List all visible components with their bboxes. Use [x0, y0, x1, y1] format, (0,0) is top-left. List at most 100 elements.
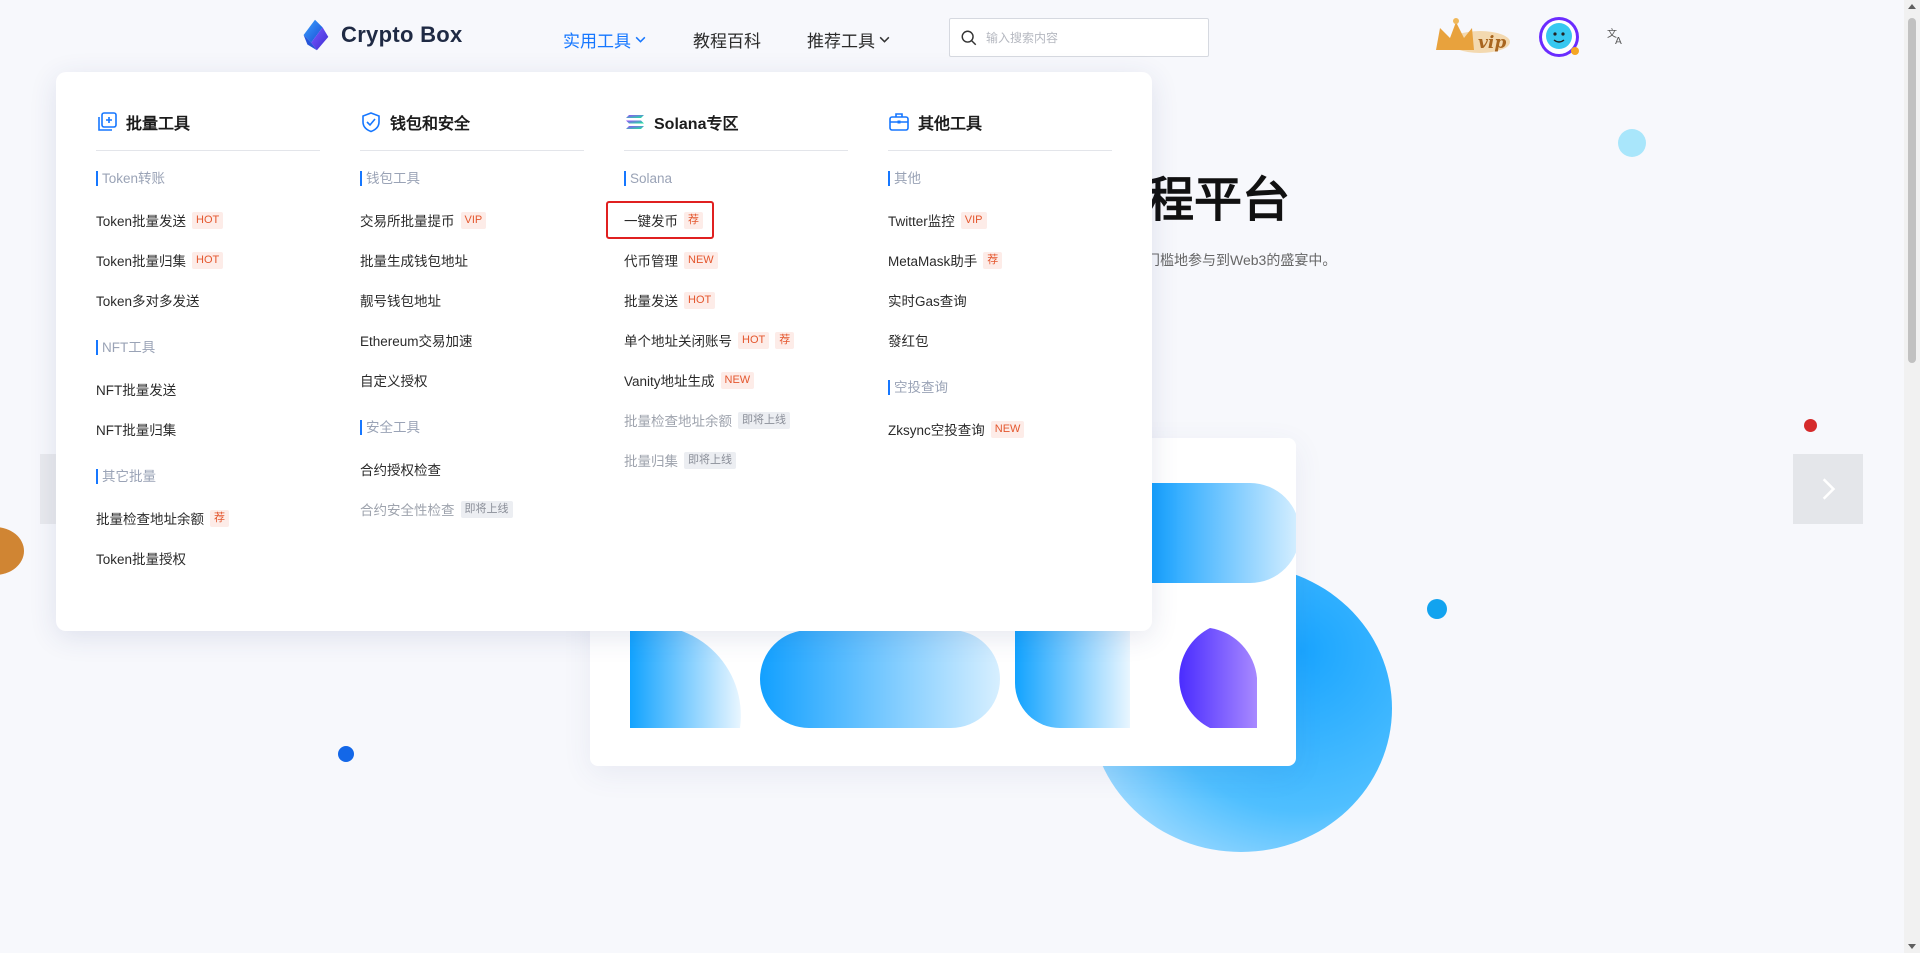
- menu-item-label: Zksync空投查询: [888, 423, 985, 438]
- menu-item-label: 实时Gas查询: [888, 294, 967, 309]
- nav-item-tools[interactable]: 实用工具: [563, 27, 647, 52]
- menu-column-other: 其他工具 其他 Twitter监控 VIP MetaMask助手荐 实时Gas查询…: [888, 108, 1112, 449]
- recommended-badge: 荐: [775, 331, 795, 349]
- decor-orb: [0, 527, 24, 575]
- menu-item-label: Vanity地址生成: [624, 374, 715, 389]
- tools-dropdown-menu: 批量工具 Token转账 Token批量发送 HOT Token批量归集 HOT T…: [56, 72, 1152, 631]
- menu-item-token-batch-collect[interactable]: Token批量归集 HOT: [96, 240, 320, 280]
- menu-item-vanity-address[interactable]: Vanity地址生成 NEW: [624, 360, 848, 400]
- menu-item-one-click-token-create[interactable]: 一键发币荐: [606, 200, 848, 240]
- search-input[interactable]: [986, 30, 1186, 45]
- search-box[interactable]: [949, 18, 1209, 57]
- translate-icon[interactable]: 文 A: [1606, 26, 1626, 46]
- menu-item-label: 合约授权检查: [360, 463, 441, 478]
- toolbox-icon: [889, 113, 909, 131]
- menu-item-exchange-batch-withdraw[interactable]: 交易所批量提币 VIP: [360, 200, 584, 240]
- crypto-box-logo-icon: [303, 19, 329, 51]
- hero-subtitle: 门槛地参与到Web3的盛宴中。: [1146, 252, 1337, 268]
- search-icon: [961, 30, 977, 45]
- menu-item-label: Token批量发送: [96, 214, 187, 229]
- menu-item-label: 交易所批量提币: [360, 214, 455, 229]
- menu-item-batch-balance-check[interactable]: 批量检查地址余额荐: [96, 498, 320, 538]
- hot-badge: HOT: [192, 211, 224, 229]
- menu-item-batch-generate-wallets[interactable]: 批量生成钱包地址: [360, 240, 584, 280]
- new-badge: NEW: [990, 420, 1025, 438]
- menu-item-contract-approval-check[interactable]: 合约授权检查: [360, 449, 584, 489]
- vip-badge: VIP: [960, 211, 987, 229]
- group-label: 钱包工具: [360, 171, 584, 186]
- menu-column-title: 批量工具: [126, 116, 191, 133]
- nav-item-recommended[interactable]: 推荐工具: [807, 27, 891, 52]
- divider: [624, 150, 848, 151]
- hot-badge: HOT: [738, 331, 770, 349]
- menu-item-token-batch-approve[interactable]: Token批量授权: [96, 538, 320, 578]
- coming-soon-badge: 即将上线: [460, 500, 513, 518]
- menu-column-header: 钱包和安全: [360, 108, 584, 136]
- scrollbar-thumb[interactable]: [1908, 18, 1916, 363]
- menu-item-contract-security-check: 合约安全性检查 即将上线: [360, 489, 584, 529]
- menu-item-label: 单个地址关闭账号: [624, 334, 732, 349]
- menu-item-red-packet[interactable]: 發红包: [888, 320, 1112, 360]
- menu-item-metamask-helper[interactable]: MetaMask助手荐: [888, 240, 1112, 280]
- menu-item-label: 批量归集: [624, 454, 678, 469]
- main-nav: 实用工具 教程百科 推荐工具: [563, 27, 937, 52]
- decor-dot: [1427, 599, 1447, 619]
- brand-logo[interactable]: Crypto Box: [296, 16, 463, 54]
- menu-item-twitter-monitor[interactable]: Twitter监控 VIP: [888, 200, 1112, 240]
- menu-item-gas-tracker[interactable]: 实时Gas查询: [888, 280, 1112, 320]
- avatar-icon[interactable]: [1537, 15, 1581, 59]
- menu-column-batch: 批量工具 Token转账 Token批量发送 HOT Token批量归集 HOT T…: [96, 108, 320, 578]
- menu-column-header: Solana专区: [624, 108, 848, 136]
- scroll-up-icon[interactable]: [1908, 4, 1916, 9]
- chevron-down-icon: [635, 36, 646, 43]
- divider: [96, 150, 320, 151]
- menu-item-token-management[interactable]: 代币管理 NEW: [624, 240, 848, 280]
- carousel-next-button[interactable]: [1793, 454, 1863, 524]
- vip-crown-icon[interactable]: vip: [1432, 16, 1514, 58]
- page-scrollbar[interactable]: [1904, 0, 1920, 953]
- solana-icon: [626, 115, 644, 129]
- new-badge: NEW: [684, 251, 718, 269]
- menu-item-close-account[interactable]: 单个地址关闭账号 HOT 荐: [624, 320, 848, 360]
- menu-item-label: NFT批量归集: [96, 423, 177, 438]
- hot-badge: HOT: [684, 291, 716, 309]
- menu-column-header: 批量工具: [96, 108, 320, 136]
- nav-item-tutorials[interactable]: 教程百科: [693, 27, 761, 52]
- menu-item-nft-batch-send[interactable]: NFT批量发送: [96, 369, 320, 409]
- group-label: 其他: [888, 171, 1112, 186]
- menu-item-label: Token批量授权: [96, 552, 187, 567]
- menu-item-label: MetaMask助手: [888, 254, 978, 269]
- menu-item-label: 靓号钱包地址: [360, 294, 441, 309]
- menu-item-label: 批量检查地址余额: [624, 414, 732, 429]
- menu-item-label: Token多对多发送: [96, 294, 200, 309]
- menu-item-token-many-to-many[interactable]: Token多对多发送: [96, 280, 320, 320]
- menu-item-eth-tx-accelerate[interactable]: Ethereum交易加速: [360, 320, 584, 360]
- group-label: 空投查询: [888, 380, 1112, 395]
- menu-column-title: 其他工具: [918, 116, 983, 133]
- nav-item-label: 推荐工具: [807, 32, 875, 51]
- menu-item-label: 自定义授权: [360, 374, 428, 389]
- menu-item-solana-batch-send[interactable]: 批量发送 HOT: [624, 280, 848, 320]
- menu-item-label: 一键发币: [624, 214, 678, 229]
- menu-column-solana: Solana专区 Solana 一键发币荐 代币管理 NEW 批量发送 HOT 单个…: [606, 108, 848, 480]
- recommended-badge: 荐: [210, 509, 229, 527]
- divider: [360, 150, 584, 151]
- group-label: 其它批量: [96, 469, 320, 484]
- top-header: Crypto Box 实用工具 教程百科 推荐工具 vip 文: [0, 0, 1904, 72]
- scroll-down-icon[interactable]: [1908, 944, 1916, 949]
- menu-item-zksync-airdrop[interactable]: Zksync空投查询 NEW: [888, 409, 1112, 449]
- divider: [888, 150, 1112, 151]
- menu-item-token-batch-send[interactable]: Token批量发送 HOT: [96, 200, 320, 240]
- batch-tools-icon: [98, 112, 117, 131]
- menu-column-wallet: 钱包和安全 钱包工具 交易所批量提币 VIP 批量生成钱包地址 靓号钱包地址 Et…: [360, 108, 584, 529]
- menu-item-solana-balance-check: 批量检查地址余额 即将上线: [624, 400, 848, 440]
- menu-item-vanity-wallet[interactable]: 靓号钱包地址: [360, 280, 584, 320]
- menu-item-custom-approve[interactable]: 自定义授权: [360, 360, 584, 400]
- menu-item-nft-batch-collect[interactable]: NFT批量归集: [96, 409, 320, 449]
- new-badge: NEW: [720, 371, 755, 389]
- menu-item-label: 批量检查地址余额: [96, 512, 204, 527]
- menu-item-label: Ethereum交易加速: [360, 334, 473, 349]
- shield-check-icon: [362, 112, 380, 133]
- decor-dot: [1618, 129, 1646, 157]
- menu-item-label: 批量生成钱包地址: [360, 254, 468, 269]
